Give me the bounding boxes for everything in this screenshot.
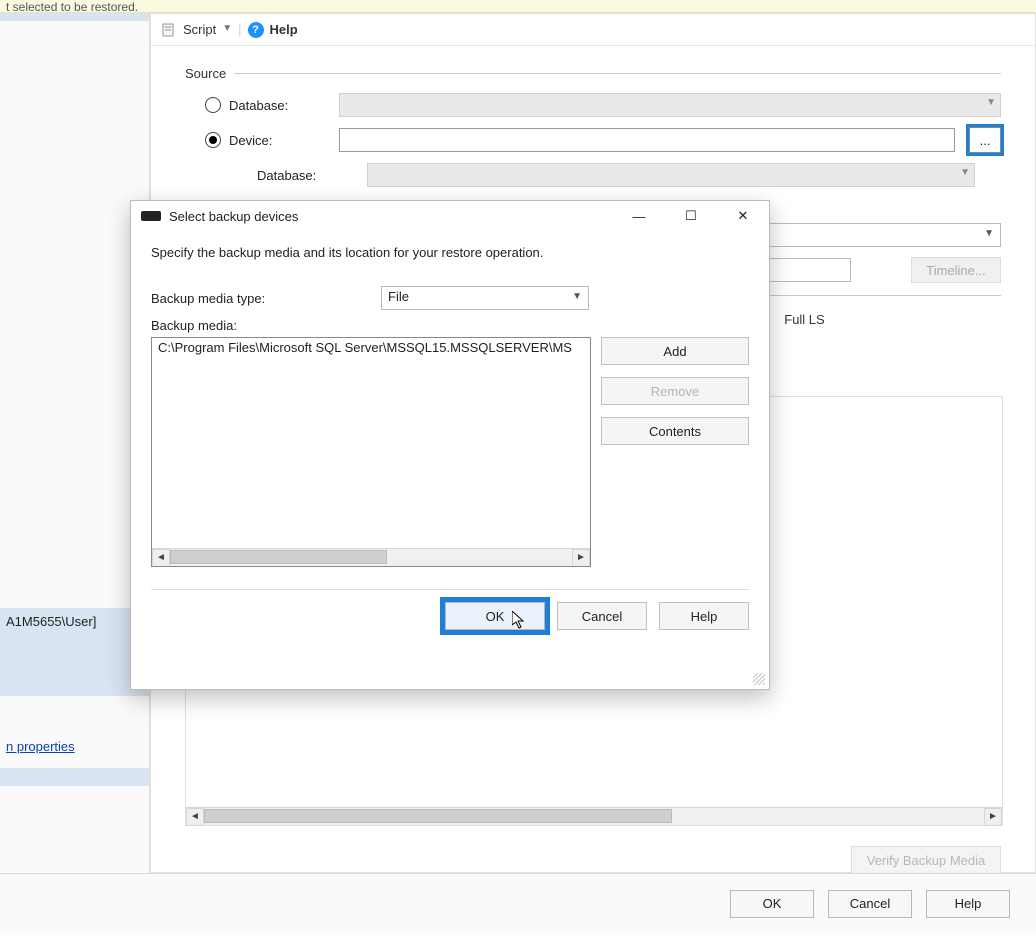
scroll-thumb[interactable]: [204, 809, 672, 823]
verify-backup-button: Verify Backup Media: [851, 846, 1001, 874]
help-button[interactable]: Help: [270, 22, 298, 37]
scroll-track[interactable]: [170, 549, 572, 566]
contents-button[interactable]: Contents: [601, 417, 749, 445]
info-strip: t selected to be restored.: [0, 0, 1036, 13]
dialog-ok-label: OK: [486, 609, 505, 624]
toolbar-separator: |: [238, 22, 241, 37]
device-path-input[interactable]: [339, 128, 955, 152]
dialog-title: Select backup devices: [169, 209, 609, 224]
media-type-value: File: [388, 289, 409, 304]
script-dropdown-icon[interactable]: ▼: [222, 23, 232, 34]
col-full-lsn: Full LS: [784, 312, 824, 327]
main-ok-button[interactable]: OK: [730, 890, 814, 918]
scroll-left-icon[interactable]: ◄: [152, 549, 170, 567]
main-help-button[interactable]: Help: [926, 890, 1010, 918]
label-inner-database: Database:: [257, 168, 367, 183]
scroll-thumb[interactable]: [170, 550, 387, 564]
media-type-combo[interactable]: File ▼: [381, 286, 589, 310]
select-backup-devices-dialog: Select backup devices — ☐ ✕ Specify the …: [130, 200, 770, 690]
dialog-cancel-button[interactable]: Cancel: [557, 602, 647, 630]
backupsets-hscroll[interactable]: ◄ ►: [186, 807, 1002, 825]
main-dialog-buttons: OK Cancel Help: [0, 873, 1036, 933]
chevron-down-icon: ▼: [960, 167, 970, 178]
chevron-down-icon: ▼: [986, 97, 996, 108]
scroll-right-icon[interactable]: ►: [984, 808, 1002, 826]
main-cancel-button[interactable]: Cancel: [828, 890, 912, 918]
backup-media-item[interactable]: C:\Program Files\Microsoft SQL Server\MS…: [152, 338, 590, 357]
scroll-track[interactable]: [204, 808, 984, 825]
dialog-ok-button[interactable]: OK: [445, 602, 545, 630]
help-icon: ?: [248, 22, 264, 38]
scroll-left-icon[interactable]: ◄: [186, 808, 204, 826]
media-hscroll[interactable]: ◄ ►: [152, 548, 590, 566]
view-properties-link[interactable]: n properties: [0, 733, 149, 760]
add-button[interactable]: Add: [601, 337, 749, 365]
chevron-down-icon: ▼: [984, 228, 994, 239]
label-backup-media: Backup media:: [151, 318, 237, 333]
scroll-right-icon[interactable]: ►: [572, 549, 590, 567]
close-icon[interactable]: ✕: [721, 201, 765, 231]
cursor-icon: [512, 611, 526, 629]
label-source-database: Database:: [229, 98, 339, 113]
label-source-device: Device:: [229, 133, 339, 148]
device-browse-button[interactable]: ...: [969, 127, 1001, 153]
inner-database-combo[interactable]: ▼: [367, 163, 975, 187]
remove-button: Remove: [601, 377, 749, 405]
timeline-button: Timeline...: [911, 257, 1001, 283]
dialog-instruction: Specify the backup media and its locatio…: [151, 245, 749, 260]
connection-user-text: A1M5655\User]: [6, 614, 143, 629]
radio-source-device[interactable]: [205, 132, 221, 148]
label-media-type: Backup media type:: [151, 291, 381, 306]
script-button[interactable]: Script: [183, 22, 216, 37]
toolbar: Script ▼ | ? Help: [151, 14, 1035, 46]
chevron-down-icon: ▼: [572, 291, 582, 302]
group-divider: [234, 73, 1001, 74]
left-selection-bottom: [0, 768, 149, 786]
maximize-icon[interactable]: ☐: [669, 201, 713, 231]
radio-source-database[interactable]: [205, 97, 221, 113]
resize-grip-icon[interactable]: [753, 673, 765, 685]
dialog-icon: [141, 211, 161, 221]
dialog-divider: [151, 589, 749, 590]
connection-block: A1M5655\User]: [0, 608, 149, 696]
left-selection-top: [0, 13, 149, 21]
source-database-combo[interactable]: ▼: [339, 93, 1001, 117]
left-panel: A1M5655\User] n properties: [0, 13, 150, 873]
source-group-title: Source: [185, 66, 226, 81]
dialog-help-button[interactable]: Help: [659, 602, 749, 630]
backup-media-list[interactable]: C:\Program Files\Microsoft SQL Server\MS…: [151, 337, 591, 567]
minimize-icon[interactable]: —: [617, 201, 661, 231]
script-icon: [161, 22, 177, 38]
